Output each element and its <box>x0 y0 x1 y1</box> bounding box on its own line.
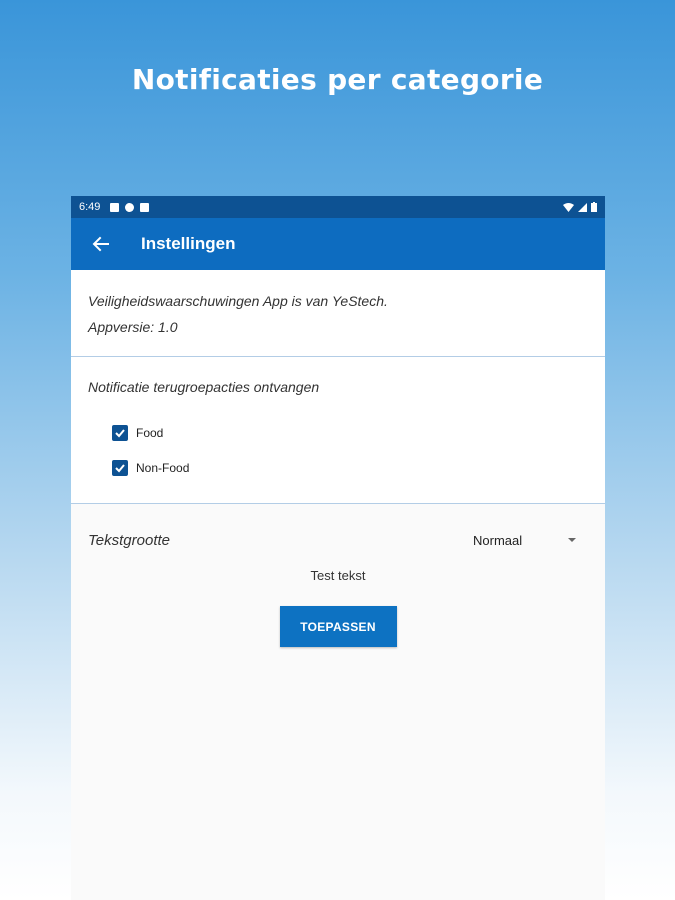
notification-section: Notificatie terugroepacties ontvangen Fo… <box>71 357 605 504</box>
back-button[interactable] <box>71 218 131 270</box>
text-size-row: Tekstgrootte Normaal <box>88 504 588 576</box>
non-food-checkbox[interactable] <box>112 459 128 476</box>
page-title: Instellingen <box>141 234 236 253</box>
checkbox-row-food[interactable]: Food <box>112 415 588 450</box>
app-info-section: Veiligheidswaarschuwingen App is van YeS… <box>71 270 605 357</box>
text-size-value: Normaal <box>473 532 523 548</box>
app-version-text: Appversie: 1.0 <box>88 319 178 335</box>
device-screen: 6:49 Instellingen Veiligheidswaarschuwin… <box>71 196 605 900</box>
food-label: Food <box>136 425 164 440</box>
food-checkbox[interactable] <box>112 424 128 441</box>
promo-headline: Notificaties per categorie <box>131 63 544 96</box>
text-size-dropdown[interactable]: Normaal <box>473 533 588 548</box>
back-arrow-icon <box>92 236 109 252</box>
status-bar: 6:49 <box>71 196 605 218</box>
apply-button[interactable]: TOEPASSEN <box>279 606 397 647</box>
notification-icon <box>110 202 120 212</box>
sample-text: Test tekst <box>310 568 366 583</box>
text-size-section: Tekstgrootte Normaal Test tekst TOEPASSE… <box>71 504 605 647</box>
status-icons <box>563 202 597 212</box>
signal-icon <box>578 202 587 212</box>
notification-heading: Notificatie terugroepacties ontvangen <box>88 379 320 395</box>
app-owner-text: Veiligheidswaarschuwingen App is van YeS… <box>88 293 388 309</box>
battery-icon <box>591 202 597 212</box>
check-icon <box>115 463 125 472</box>
app-notification-icon <box>125 202 135 212</box>
dropdown-caret-icon <box>568 538 576 542</box>
checkbox-row-non-food[interactable]: Non-Food <box>112 450 588 485</box>
wifi-icon <box>563 202 574 212</box>
app-bar: Instellingen <box>71 218 605 270</box>
check-icon <box>115 428 125 437</box>
non-food-label: Non-Food <box>136 460 190 475</box>
text-size-label: Tekstgrootte <box>88 531 170 549</box>
status-time: 6:49 <box>79 201 101 213</box>
sd-card-icon <box>140 202 150 212</box>
